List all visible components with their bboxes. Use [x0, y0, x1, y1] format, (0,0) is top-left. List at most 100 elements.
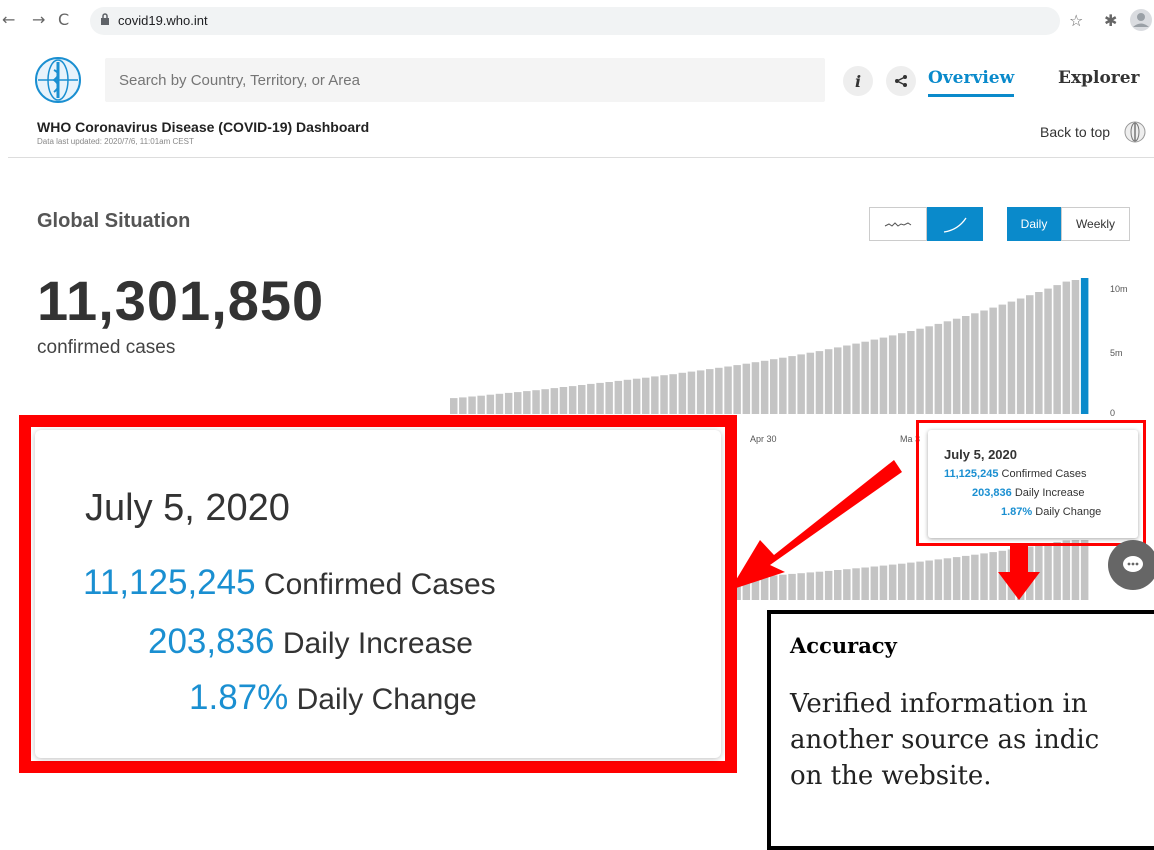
annotation-arrows [730, 460, 1040, 600]
chart-bar[interactable] [1016, 298, 1025, 415]
down-arrow-icon [998, 572, 1040, 600]
chart-bar[interactable] [687, 371, 696, 414]
chart-bar[interactable] [450, 398, 458, 414]
chart-bar[interactable] [870, 339, 879, 414]
daily-toggle-button[interactable]: Daily [1007, 207, 1061, 241]
curve-line-icon [943, 217, 967, 233]
info-icon: i [854, 71, 862, 91]
who-logo-icon[interactable] [34, 56, 82, 104]
chart-bar[interactable] [468, 396, 476, 415]
chart-bar[interactable] [495, 393, 504, 414]
chart-bar[interactable] [916, 328, 924, 414]
share-button[interactable] [886, 66, 916, 96]
chart-bar[interactable] [989, 307, 997, 414]
chart-bar[interactable] [998, 304, 1007, 414]
chart-bar[interactable] [486, 394, 495, 414]
extensions-icon[interactable]: ✱ [1104, 11, 1117, 30]
chart-bar[interactable] [1071, 280, 1080, 414]
chart-bar[interactable] [568, 386, 577, 414]
nav-overview-tab[interactable]: Overview [928, 68, 1015, 97]
chart-bar[interactable] [706, 369, 714, 414]
chart-bar[interactable] [952, 318, 961, 414]
forward-arrow-icon[interactable]: → [32, 10, 45, 29]
chart-bar[interactable] [733, 365, 741, 414]
chart-bar[interactable] [587, 383, 595, 414]
chart-bar[interactable] [879, 337, 888, 414]
chart-bar[interactable] [779, 357, 787, 414]
chart-bar[interactable] [1044, 288, 1052, 414]
chart-bar[interactable] [888, 335, 897, 414]
chart-bar[interactable] [1026, 295, 1034, 414]
chart-bar[interactable] [760, 360, 769, 414]
chart-bar[interactable] [907, 331, 915, 414]
profile-avatar-icon[interactable] [1130, 9, 1152, 31]
zoomed-label: Confirmed Cases [263, 568, 496, 601]
chart-bar[interactable] [971, 313, 979, 414]
chart-bar[interactable] [477, 395, 485, 414]
chart-bar[interactable] [815, 351, 824, 414]
y-tick-label: 5m [1110, 348, 1123, 358]
chart-bar[interactable] [715, 367, 723, 414]
chart-bar[interactable] [669, 374, 677, 414]
chart-bar[interactable] [651, 376, 659, 414]
chart-bar[interactable] [532, 390, 540, 414]
chart-bar[interactable] [1062, 281, 1071, 414]
chart-bar[interactable] [541, 389, 549, 414]
chart-bar[interactable] [843, 345, 851, 415]
cumulative-curve-toggle[interactable] [927, 207, 983, 241]
chart-bar[interactable] [943, 321, 952, 414]
zoomed-tooltip-date: July 5, 2020 [85, 487, 290, 529]
accuracy-text: Verified information in another source a… [790, 689, 1100, 791]
chart-bar[interactable] [605, 382, 613, 414]
chart-bar[interactable] [724, 366, 732, 415]
accuracy-title: Accuracy [790, 633, 897, 658]
chart-bar[interactable] [934, 323, 943, 414]
y-tick-label: 10m [1110, 284, 1128, 294]
globe-icon[interactable] [1124, 121, 1146, 143]
chart-bar[interactable] [596, 382, 604, 414]
chart-bar[interactable] [1007, 301, 1016, 414]
chart-bar[interactable] [980, 310, 988, 415]
chart-bar[interactable] [459, 397, 467, 414]
chart-bar[interactable] [623, 379, 632, 414]
chart-bar-highlighted[interactable] [1080, 278, 1089, 414]
star-icon[interactable]: ☆ [1069, 11, 1083, 30]
weekly-toggle-button[interactable]: Weekly [1061, 207, 1130, 241]
chart-bar[interactable] [962, 316, 970, 414]
chart-bar[interactable] [514, 392, 522, 414]
chart-bar[interactable] [523, 391, 531, 414]
chart-bar[interactable] [852, 343, 860, 414]
chart-bar[interactable] [834, 347, 842, 414]
daily-curve-toggle[interactable] [869, 207, 927, 241]
search-input[interactable] [105, 58, 825, 102]
chart-bar[interactable] [925, 326, 933, 414]
chart-bar[interactable] [696, 370, 705, 414]
info-button[interactable]: i [843, 66, 873, 96]
chart-bar[interactable] [678, 372, 687, 414]
chart-bar[interactable] [797, 354, 805, 414]
chart-bar[interactable] [504, 392, 513, 414]
chart-bar[interactable] [742, 363, 751, 414]
chart-bar[interactable] [642, 377, 650, 414]
chart-bar[interactable] [861, 341, 869, 414]
chart-bar[interactable] [614, 380, 623, 414]
reload-icon[interactable]: C [58, 10, 69, 29]
chart-bar[interactable] [660, 375, 668, 414]
nav-explorer-tab[interactable]: Explorer [1058, 68, 1140, 88]
back-arrow-icon[interactable]: ← [2, 10, 15, 29]
chart-bar[interactable] [1035, 292, 1043, 414]
chart-bar[interactable] [550, 388, 559, 414]
chart-bar[interactable] [824, 349, 833, 414]
chart-bar[interactable] [770, 359, 778, 414]
chart-bar[interactable] [1053, 285, 1061, 414]
chat-button[interactable] [1108, 540, 1154, 590]
chart-bar[interactable] [578, 385, 586, 414]
chart-bar[interactable] [788, 356, 796, 414]
chart-bar[interactable] [632, 378, 641, 414]
chart-bar[interactable] [559, 387, 568, 414]
chart-bar[interactable] [898, 333, 906, 414]
back-to-top-link[interactable]: Back to top [1040, 124, 1110, 140]
chart-bar[interactable] [751, 362, 760, 414]
address-bar[interactable] [90, 7, 1060, 35]
chart-bar[interactable] [806, 352, 815, 414]
